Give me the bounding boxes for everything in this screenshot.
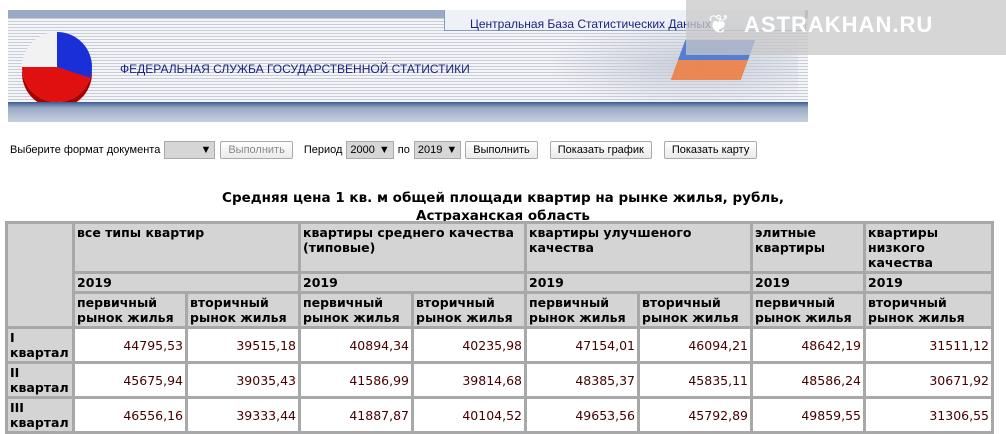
db-title-link[interactable]: Центральная База Статистических Данных (470, 17, 711, 31)
banner-bottom-bar (8, 102, 808, 122)
market-header: первичный рынок жилья (527, 294, 637, 326)
value-cell: 40894,34 (301, 329, 411, 361)
table-title: Средняя цена 1 кв. м общей площади кварт… (0, 189, 1006, 225)
market-header: вторичный рынок жилья (640, 294, 750, 326)
value-cell: 45835,11 (640, 364, 750, 396)
corner-cell (8, 224, 72, 326)
market-header: вторичный рынок жилья (866, 294, 991, 326)
show-map-button[interactable]: Показать карту (663, 141, 758, 159)
period-from-select[interactable]: 2000 ▼ (346, 141, 394, 159)
format-label: Выберите формат документа (10, 144, 161, 156)
group-header: квартиры улучшеного качества (527, 224, 750, 271)
watermark: ❦ ASTRAKHAN.RU (686, 0, 1006, 55)
table-row: III квартал 46556,16 39333,44 41887,87 40104… (8, 399, 991, 431)
chevron-down-icon: ▼ (378, 144, 390, 156)
execute-format-button[interactable]: Выполнить (220, 141, 293, 159)
value-cell: 48642,19 (753, 329, 863, 361)
year-header: 2019 (301, 274, 524, 291)
value-cell: 39814,68 (414, 364, 524, 396)
value-cell: 39515,18 (188, 329, 298, 361)
value-cell: 44795,53 (75, 329, 185, 361)
group-header: квартиры среднего качества (типовые) (301, 224, 524, 271)
to-label: по (397, 144, 410, 156)
period-label: Период (303, 144, 343, 156)
value-cell: 45675,94 (75, 364, 185, 396)
pie-chart-logo (22, 32, 92, 102)
period-to-select[interactable]: 2019 ▼ (413, 141, 462, 159)
year-header: 2019 (527, 274, 750, 291)
value-cell: 48385,37 (527, 364, 637, 396)
value-cell: 40104,52 (414, 399, 524, 431)
market-header: первичный рынок жилья (753, 294, 863, 326)
title-line-1: Средняя цена 1 кв. м общей площади кварт… (222, 190, 784, 206)
group-header: все типы квартир (75, 224, 298, 271)
value-cell: 41586,99 (301, 364, 411, 396)
value-cell: 49859,55 (753, 399, 863, 431)
year-header: 2019 (866, 274, 991, 291)
year-header: 2019 (75, 274, 298, 291)
format-select[interactable]: ▼ (164, 141, 216, 159)
value-cell: 48586,24 (753, 364, 863, 396)
value-cell: 31511,12 (866, 329, 991, 361)
chevron-down-icon: ▼ (200, 144, 212, 156)
value-cell: 41887,87 (301, 399, 411, 431)
data-table: все типы квартир квартиры среднего качес… (5, 221, 994, 434)
group-header: квартиры низкого качества (866, 224, 991, 271)
org-title: ФЕДЕРАЛЬНАЯ СЛУЖБА ГОСУДАРСТВЕННОЙ СТАТИ… (120, 62, 470, 76)
period-from-value: 2000 (350, 144, 375, 156)
show-chart-button[interactable]: Показать график (549, 141, 652, 159)
table-row: I квартал 44795,53 39515,18 40894,34 40235,9… (8, 329, 991, 361)
value-cell: 31306,55 (866, 399, 991, 431)
market-header: вторичный рынок жилья (188, 294, 298, 326)
period-to-value: 2019 (417, 144, 443, 156)
year-header: 2019 (753, 274, 863, 291)
value-cell: 39035,43 (188, 364, 298, 396)
row-label: III квартал (8, 399, 72, 431)
execute-period-button[interactable]: Выполнить (465, 141, 538, 159)
market-header: первичный рынок жилья (301, 294, 411, 326)
value-cell: 39333,44 (188, 399, 298, 431)
value-cell: 45792,89 (640, 399, 750, 431)
chevron-down-icon: ▼ (446, 144, 458, 156)
market-header: первичный рынок жилья (75, 294, 185, 326)
value-cell: 46094,21 (640, 329, 750, 361)
leaf-icon: ❦ (708, 10, 730, 40)
table-row: II квартал 45675,94 39035,43 41586,99 39814,… (8, 364, 991, 396)
controls-bar: Выберите формат документа ▼ Выполнить Пе… (10, 141, 758, 159)
watermark-text: ASTRAKHAN.RU (744, 12, 934, 37)
value-cell: 40235,98 (414, 329, 524, 361)
value-cell: 49653,56 (527, 399, 637, 431)
row-label: II квартал (8, 364, 72, 396)
value-cell: 47154,01 (527, 329, 637, 361)
row-label: I квартал (8, 329, 72, 361)
group-header: элитные квартиры (753, 224, 863, 271)
value-cell: 46556,16 (75, 399, 185, 431)
market-header: вторичный рынок жилья (414, 294, 524, 326)
value-cell: 30671,92 (866, 364, 991, 396)
